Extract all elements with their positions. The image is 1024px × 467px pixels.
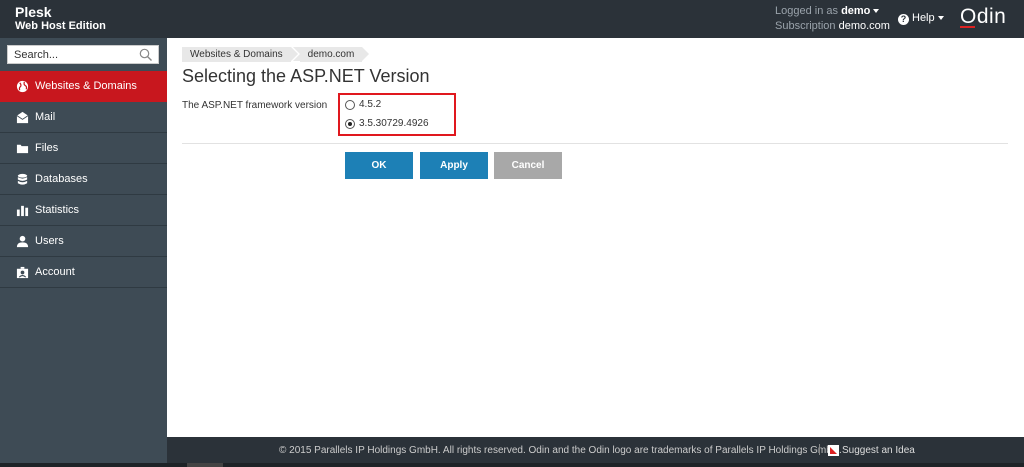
chevron-down-icon <box>937 16 944 21</box>
apply-button[interactable]: Apply <box>420 152 488 179</box>
bar-chart-icon <box>15 203 29 217</box>
account-icon <box>15 265 29 279</box>
bottom-tab <box>187 463 223 467</box>
sidebar-item-label: Account <box>35 266 75 278</box>
sidebar-item-mail[interactable]: Mail <box>0 102 167 133</box>
suggest-idea-link[interactable]: Suggest an Idea <box>828 445 915 456</box>
logo-text: Odin <box>960 5 1007 28</box>
help-menu[interactable]: ? Help <box>898 12 944 25</box>
sidebar-item-label: Files <box>35 142 59 154</box>
ok-button[interactable]: OK <box>345 152 413 179</box>
radio-button-selected[interactable] <box>345 118 355 129</box>
subscription-label: Subscription <box>775 20 836 32</box>
odin-logo: Odin <box>960 5 1006 29</box>
option-label: 4.5.2 <box>359 99 382 110</box>
user-icon <box>15 234 29 248</box>
logged-in-user: demo <box>841 5 871 17</box>
search-input[interactable] <box>8 46 133 63</box>
sidebar-item-account[interactable]: Account <box>0 257 167 288</box>
folder-icon <box>15 141 29 155</box>
brand-name: Plesk <box>15 4 52 20</box>
suggest-label: Suggest an Idea <box>842 445 915 456</box>
footer-separator <box>819 444 820 455</box>
sidebar-item-label: Mail <box>35 111 56 123</box>
sidebar-item-label: Users <box>35 235 64 247</box>
logo-accent <box>960 26 975 28</box>
suggest-icon <box>828 445 839 456</box>
form-divider <box>182 143 1008 144</box>
framework-version-radio-group: 4.5.2 3.5.30729.4926 <box>338 93 456 136</box>
option-label: 3.5.30729.4926 <box>359 118 429 129</box>
sidebar-item-websites-domains[interactable]: Websites & Domains <box>0 71 167 102</box>
sidebar: Websites & Domains Mail Files Databases … <box>0 38 167 467</box>
top-bar: Plesk Web Host Edition Logged in as demo… <box>0 0 1024 38</box>
sidebar-nav: Websites & Domains Mail Files Databases … <box>0 71 167 288</box>
user-menu[interactable]: demo <box>841 5 880 17</box>
sidebar-item-users[interactable]: Users <box>0 226 167 257</box>
breadcrumb-item-domain[interactable]: demo.com <box>292 47 369 62</box>
logged-in-label: Logged in as <box>775 5 838 17</box>
radio-button[interactable] <box>345 99 355 110</box>
sidebar-item-label: Statistics <box>35 204 80 216</box>
sidebar-item-label: Websites & Domains <box>35 80 137 92</box>
sidebar-item-statistics[interactable]: Statistics <box>0 195 167 226</box>
option-4-5-2[interactable]: 4.5.2 <box>345 99 381 110</box>
footer-copyright: © 2015 Parallels IP Holdings GmbH. All r… <box>279 445 842 456</box>
framework-version-label: The ASP.NET framework version <box>182 100 328 111</box>
chevron-down-icon <box>873 9 880 14</box>
help-label: Help <box>912 12 935 24</box>
footer: © 2015 Parallels IP Holdings GmbH. All r… <box>167 437 1024 463</box>
cancel-button[interactable]: Cancel <box>494 152 562 179</box>
brand-edition: Web Host Edition <box>15 20 106 32</box>
mail-icon <box>15 110 29 124</box>
sidebar-item-label: Databases <box>35 173 88 185</box>
database-icon <box>15 172 29 186</box>
breadcrumb: Websites & Domains demo.com <box>182 47 371 62</box>
sidebar-item-databases[interactable]: Databases <box>0 164 167 195</box>
breadcrumb-item-websites-domains[interactable]: Websites & Domains <box>182 47 298 62</box>
login-info: Logged in as demo Subscription demo.com <box>775 4 890 34</box>
main-content: Websites & Domains demo.com Selecting th… <box>167 38 1024 437</box>
brand[interactable]: Plesk Web Host Edition <box>15 5 106 33</box>
search-box <box>7 45 159 64</box>
bottom-strip <box>0 463 1024 467</box>
globe-icon <box>15 79 29 93</box>
option-3-5[interactable]: 3.5.30729.4926 <box>345 118 429 129</box>
subscription-selector[interactable]: demo.com <box>839 20 890 32</box>
sidebar-item-files[interactable]: Files <box>0 133 167 164</box>
page-title: Selecting the ASP.NET Version <box>182 66 430 86</box>
help-icon: ? <box>898 14 909 25</box>
search-icon[interactable] <box>139 48 153 62</box>
